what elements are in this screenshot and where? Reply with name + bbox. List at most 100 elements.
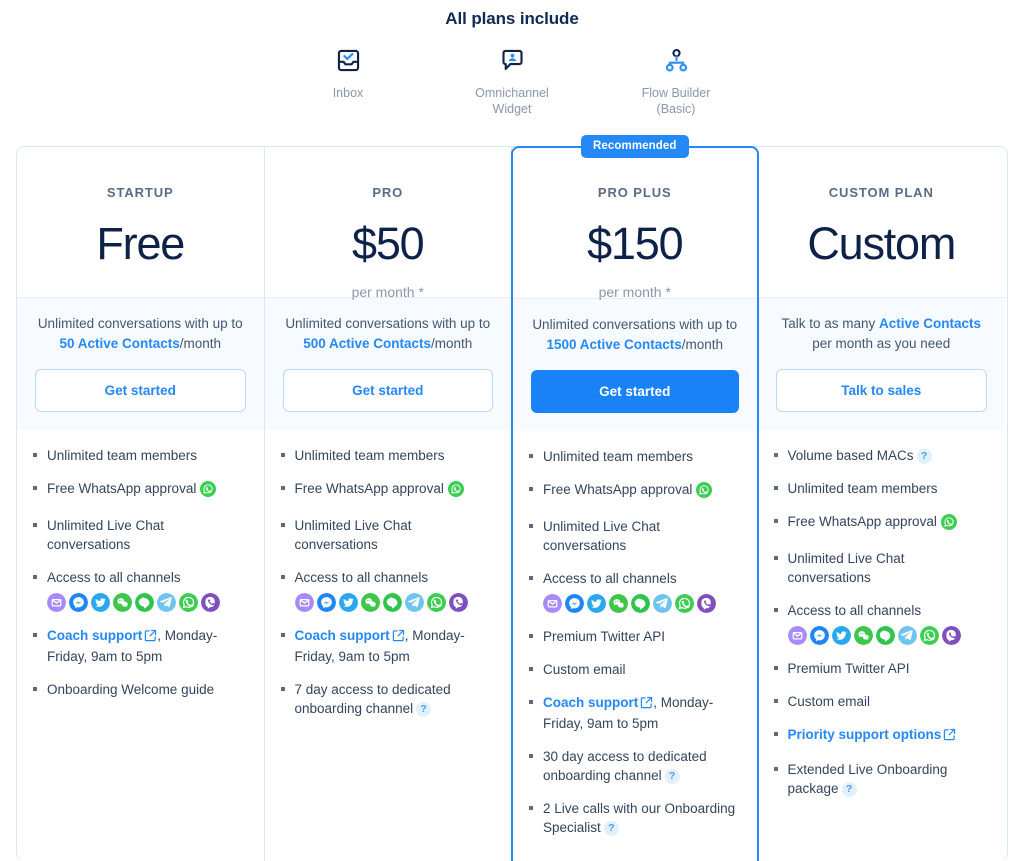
feature-item: Unlimited Live Chat conversations	[527, 517, 741, 555]
feature-link[interactable]: Coach support	[543, 695, 638, 710]
included-feature-label: Inbox	[332, 86, 364, 100]
included-features-list: Inbox Omnichannel Widget Flow Builder (B…	[0, 45, 1024, 117]
feature-text: Unlimited Live Chat conversations	[294, 518, 412, 552]
messenger-channel-icon	[69, 593, 88, 612]
included-feature-label: Flow Builder (Basic)	[641, 86, 711, 116]
plan-summary-text: Unlimited conversations with up to 50 Ac…	[37, 316, 243, 351]
whatsapp-channel-icon	[179, 593, 198, 612]
feature-item: Unlimited team members	[772, 479, 990, 498]
twitter-channel-icon	[831, 626, 851, 645]
feature-text: Free WhatsApp approval	[787, 514, 937, 529]
messenger-channel-icon	[565, 594, 584, 613]
help-tooltip-icon[interactable]: ?	[603, 821, 619, 836]
feature-text: Unlimited team members	[787, 481, 938, 496]
feature-item: Access to all channels	[527, 569, 741, 613]
feature-item: Free WhatsApp approval	[772, 512, 990, 535]
telegram-channel-icon	[404, 593, 424, 612]
feature-text: Free WhatsApp approval	[47, 481, 197, 496]
help-tooltip-icon[interactable]: ?	[916, 449, 932, 464]
wechat-channel-icon	[853, 626, 873, 645]
line-channel-icon	[135, 593, 154, 612]
feature-link[interactable]: Priority support options	[788, 727, 942, 742]
feature-text: Premium Twitter API	[543, 629, 666, 644]
feature-link[interactable]: Coach support	[47, 628, 142, 643]
feature-item: Custom email	[772, 692, 990, 711]
feature-item: Onboarding Welcome guide	[31, 680, 248, 699]
feature-text: Access to all channels	[294, 570, 429, 585]
feature-text: Unlimited Live Chat conversations	[47, 518, 165, 552]
feature-text: Free WhatsApp approval	[294, 481, 444, 496]
telegram-channel-icon	[157, 593, 176, 612]
plan-cta-button[interactable]: Get started	[531, 370, 739, 413]
plan-header: CUSTOM PLAN Custom	[758, 147, 1006, 297]
inbox-icon	[294, 45, 402, 75]
plan-feature-list: Unlimited team members Free WhatsApp appr…	[17, 430, 264, 699]
whatsapp-badge-icon	[447, 481, 464, 502]
active-contacts-highlight: 50 Active Contacts	[59, 336, 180, 351]
plan-summary: Talk to as many Active Contacts per mont…	[757, 297, 1005, 430]
plan-summary: Unlimited conversations with up to 50 Ac…	[17, 297, 264, 430]
viber-channel-icon	[697, 594, 716, 613]
plan-price: Custom	[807, 218, 956, 269]
feature-link[interactable]: Coach support	[295, 628, 390, 643]
pricing-grid-wrapper: STARTUP Free Unlimited conversations with …	[0, 135, 1024, 861]
plan-summary: Unlimited conversations with up to 500 A…	[264, 297, 511, 430]
line-channel-icon	[631, 594, 650, 613]
plan-cta-button[interactable]: Get started	[35, 369, 246, 412]
included-feature-omnichannel-widget: Omnichannel Widget	[458, 45, 566, 117]
feature-item: Free WhatsApp approval	[31, 479, 248, 502]
recommended-badge-holder: Recommended	[513, 135, 757, 158]
whatsapp-badge-icon	[200, 481, 217, 502]
email-channel-icon	[47, 593, 66, 612]
whatsapp-badge-icon	[940, 514, 957, 535]
active-contacts-highlight: Active Contacts	[879, 316, 982, 331]
plan-name: STARTUP	[106, 185, 174, 200]
feature-text: Unlimited Live Chat conversations	[543, 519, 661, 553]
feature-item: Premium Twitter API	[772, 659, 990, 678]
page-title: All plans include	[445, 9, 579, 28]
plan-summary: Unlimited conversations with up to 1500 …	[513, 298, 757, 431]
plan-card-pro: PRO $50 per month * Unlimited conversations…	[264, 147, 512, 861]
plan-cta-button[interactable]: Talk to sales	[775, 369, 987, 412]
pricing-grid: STARTUP Free Unlimited conversations with …	[16, 135, 1008, 861]
recommended-badge: Recommended	[580, 135, 689, 158]
feature-item: Unlimited Live Chat conversations	[279, 516, 496, 554]
external-link-icon	[640, 695, 653, 714]
feature-text: Unlimited team members	[543, 449, 694, 464]
pricing-page: All plans include Inbox Omnichannel Widg…	[0, 0, 1024, 861]
line-channel-icon	[382, 593, 402, 612]
whatsapp-channel-icon	[426, 593, 446, 612]
twitter-channel-icon	[91, 593, 110, 612]
feature-item: 2 Live calls with our Onboarding Special…	[527, 799, 741, 837]
plan-card-pro-plus: Recommended PRO PLUS $150 per month * Unlimi…	[511, 135, 759, 861]
plan-price: $50	[352, 218, 425, 269]
feature-item: Coach support, Monday-Friday, 9am to 5pm	[527, 693, 741, 733]
help-tooltip-icon[interactable]: ?	[841, 782, 857, 797]
feature-item: Free WhatsApp approval	[527, 480, 741, 503]
included-feature-flow-builder: Flow Builder (Basic)	[622, 45, 730, 117]
help-tooltip-icon[interactable]: ?	[664, 769, 680, 784]
feature-text: Unlimited Live Chat conversations	[787, 551, 905, 585]
plan-feature-list: Unlimited team members Free WhatsApp appr…	[265, 430, 512, 718]
active-contacts-highlight: 500 Active Contacts	[303, 336, 432, 351]
channel-icon-row	[47, 593, 248, 612]
plan-header: PRO $50 per month *	[265, 147, 512, 300]
help-tooltip-icon[interactable]: ?	[416, 702, 432, 717]
feature-text: Volume based MACs	[787, 448, 914, 463]
plan-cta-button[interactable]: Get started	[282, 369, 493, 412]
telegram-channel-icon	[653, 594, 672, 613]
wechat-channel-icon	[609, 594, 628, 613]
flow-builder-icon	[622, 45, 730, 75]
feature-text: Access to all channels	[787, 603, 922, 618]
feature-item: Volume based MACs?	[772, 446, 990, 465]
email-channel-icon	[787, 626, 807, 645]
plan-card-startup: STARTUP Free Unlimited conversations with …	[17, 147, 265, 861]
feature-text: Unlimited team members	[294, 448, 445, 463]
feature-item: 7 day access to dedicated onboarding cha…	[279, 680, 496, 718]
plan-name: PRO	[372, 185, 404, 200]
viber-channel-icon	[448, 593, 468, 612]
all-plans-include-section: All plans include Inbox Omnichannel Widg…	[0, 0, 1024, 117]
plan-feature-list: Unlimited team members Free WhatsApp appr…	[513, 431, 757, 837]
plan-name: PRO PLUS	[597, 185, 672, 200]
feature-text: Custom email	[787, 694, 871, 709]
